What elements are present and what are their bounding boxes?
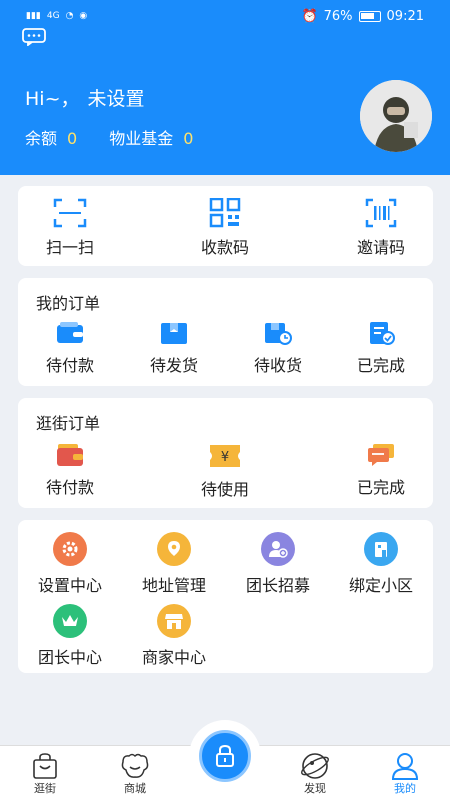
scan-icon bbox=[53, 198, 87, 228]
street-completed[interactable]: 已完成 bbox=[331, 442, 431, 498]
service-settings[interactable]: 设置中心 bbox=[20, 532, 120, 596]
clock: 09:21 bbox=[386, 8, 424, 24]
shop-icon bbox=[157, 604, 191, 638]
nav-street-label: 逛街 bbox=[34, 782, 56, 795]
gear-icon bbox=[53, 532, 87, 566]
balance[interactable]: 余额 0 bbox=[25, 125, 77, 149]
service-address-label: 地址管理 bbox=[141, 576, 206, 595]
order-pending-receipt-label: 待收货 bbox=[253, 356, 302, 375]
battery-icon bbox=[358, 10, 381, 22]
message-icon[interactable] bbox=[22, 28, 46, 46]
service-merchant-center[interactable]: 商家中心 bbox=[124, 604, 224, 668]
service-address[interactable]: 地址管理 bbox=[124, 532, 224, 596]
signal-icon: ▮▮▮ bbox=[26, 11, 41, 21]
street-completed-label: 已完成 bbox=[356, 478, 405, 497]
wallet-icon bbox=[57, 444, 83, 466]
invite-code-label: 邀请码 bbox=[356, 238, 405, 257]
street-pending-payment[interactable]: 待付款 bbox=[20, 442, 120, 498]
balance-value: 0 bbox=[67, 129, 78, 148]
location-icon bbox=[157, 532, 191, 566]
greeting-text: Hi~， bbox=[25, 88, 80, 110]
service-leader-center[interactable]: 团长中心 bbox=[20, 604, 120, 668]
service-bind-community[interactable]: 绑定小区 bbox=[331, 532, 431, 596]
street-orders-card: 逛街订单 待付款 ¥ 待使用 已完成 bbox=[18, 398, 433, 508]
svg-text:¥: ¥ bbox=[221, 450, 229, 465]
nav-discover-label: 发现 bbox=[304, 782, 326, 795]
scan-button[interactable]: 扫一扫 bbox=[20, 198, 120, 258]
scan-label: 扫一扫 bbox=[45, 238, 94, 257]
delivery-icon bbox=[265, 323, 292, 345]
nav-profile-label: 我的 bbox=[394, 782, 416, 795]
barcode-icon bbox=[365, 198, 397, 228]
status-left: ▮▮▮ 4G ◔ ◉ bbox=[26, 11, 87, 21]
crown-icon bbox=[53, 604, 87, 638]
order-completed[interactable]: 已完成 bbox=[331, 320, 431, 376]
mall-icon bbox=[121, 753, 149, 778]
chat-icon bbox=[368, 444, 394, 466]
compass-icon bbox=[301, 753, 329, 779]
order-pending-shipment[interactable]: 待发货 bbox=[124, 320, 224, 376]
center-lock-button[interactable] bbox=[189, 720, 261, 792]
service-settings-label: 设置中心 bbox=[37, 576, 102, 595]
order-pending-payment[interactable]: 待付款 bbox=[20, 320, 120, 376]
status-right: ⏰ 76% 09:21 bbox=[301, 9, 424, 24]
shopping-bag-icon bbox=[33, 753, 57, 779]
street-pending-use[interactable]: ¥ 待使用 bbox=[175, 442, 275, 500]
nav-mall-label: 商城 bbox=[124, 782, 146, 795]
property-fund[interactable]: 物业基金 0 bbox=[109, 125, 193, 149]
my-orders-card: 我的订单 待付款 待发货 待收货 已完成 bbox=[18, 278, 433, 386]
balances: 余额 0 物业基金 0 bbox=[25, 125, 193, 149]
order-pending-shipment-label: 待发货 bbox=[149, 356, 198, 375]
status-bar: ▮▮▮ 4G ◔ ◉ ⏰ 76% 09:21 bbox=[26, 6, 424, 26]
service-bind-community-label: 绑定小区 bbox=[348, 576, 413, 595]
profile-icon bbox=[391, 753, 419, 780]
nav-profile[interactable]: 我的 bbox=[375, 752, 435, 796]
service-merchant-center-label: 商家中心 bbox=[141, 648, 206, 667]
building-icon bbox=[364, 532, 398, 566]
quick-actions-card: 扫一扫 收款码 邀请码 bbox=[18, 186, 433, 266]
profile-header: ▮▮▮ 4G ◔ ◉ ⏰ 76% 09:21 Hi~， 未设置 余额 0 物业基金 0 bbox=[0, 0, 450, 175]
network-label: 4G bbox=[46, 11, 60, 21]
service-leader-center-label: 团长中心 bbox=[37, 648, 102, 667]
nav-street[interactable]: 逛街 bbox=[15, 752, 75, 796]
invite-code-button[interactable]: 邀请码 bbox=[331, 198, 431, 258]
qr-code-button[interactable]: 收款码 bbox=[175, 198, 275, 258]
center-lock-inner bbox=[199, 730, 251, 782]
nav-discover[interactable]: 发现 bbox=[285, 752, 345, 796]
avatar-image bbox=[360, 80, 432, 152]
nav-mall[interactable]: 商城 bbox=[105, 752, 165, 796]
coupon-icon: ¥ bbox=[210, 445, 240, 467]
street-pending-use-label: 待使用 bbox=[200, 480, 249, 499]
qr-code-label: 收款码 bbox=[200, 238, 249, 257]
qr-code-icon bbox=[209, 198, 241, 228]
greeting[interactable]: Hi~， 未设置 bbox=[25, 84, 153, 111]
lock-icon bbox=[216, 744, 234, 767]
service-recruit[interactable]: 团长招募 bbox=[228, 532, 328, 596]
my-orders-title: 我的订单 bbox=[36, 294, 101, 313]
completed-icon bbox=[370, 322, 395, 345]
order-pending-receipt[interactable]: 待收货 bbox=[228, 320, 328, 376]
fund-value: 0 bbox=[183, 129, 194, 148]
battery-percent: 76% bbox=[323, 8, 353, 24]
wallet-icon bbox=[57, 322, 83, 343]
avatar[interactable] bbox=[360, 80, 432, 152]
order-pending-payment-label: 待付款 bbox=[45, 356, 94, 375]
services-card: 设置中心 地址管理 团长招募 绑定小区 团长中心 商家中心 bbox=[18, 520, 433, 673]
service-recruit-label: 团长招募 bbox=[245, 576, 310, 595]
fund-label: 物业基金 bbox=[109, 129, 174, 148]
user-add-icon bbox=[261, 532, 295, 566]
eye-icon: ◉ bbox=[79, 11, 88, 21]
order-completed-label: 已完成 bbox=[356, 356, 405, 375]
street-pending-payment-label: 待付款 bbox=[45, 478, 94, 497]
box-icon bbox=[161, 323, 187, 344]
street-orders-title: 逛街订单 bbox=[36, 414, 101, 433]
balance-label: 余额 bbox=[25, 129, 58, 148]
user-name: 未设置 bbox=[87, 88, 145, 110]
alarm-icon: ⏰ bbox=[301, 8, 318, 24]
wifi-icon: ◔ bbox=[65, 11, 74, 21]
